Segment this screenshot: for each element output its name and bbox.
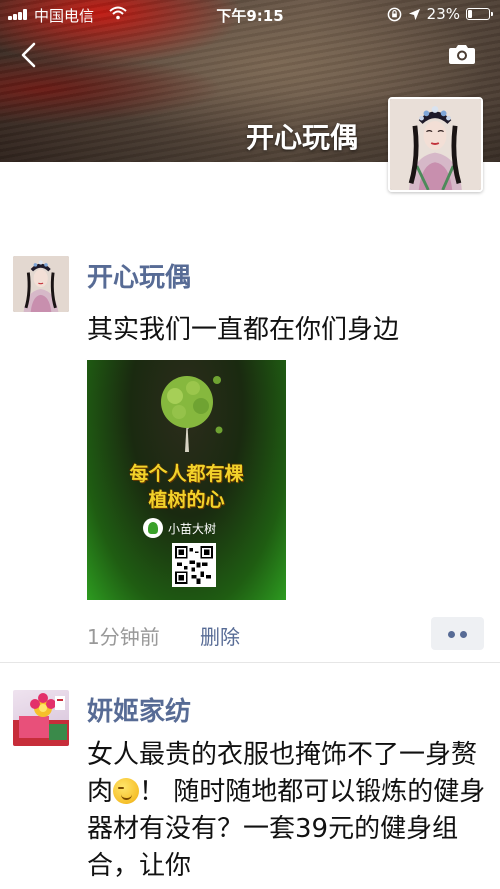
- profile-name: 开心玩偶: [245, 121, 358, 154]
- smirk-emoji-icon: [113, 778, 140, 804]
- opera-portrait-image: [13, 256, 69, 312]
- back-button[interactable]: [16, 40, 42, 70]
- tree-icon: [161, 376, 223, 452]
- post-text: 其实我们一直都在你们身边: [87, 315, 400, 345]
- qr-code: [172, 543, 216, 587]
- post-text-part: ！ 随时随地都可以锻炼的健身器材有没有？一套39元的健身组合，让你: [87, 777, 486, 881]
- profile-avatar[interactable]: [388, 97, 483, 192]
- battery-icon: [466, 8, 493, 20]
- delete-link[interactable]: 删除: [200, 621, 240, 650]
- author-name[interactable]: 妍姬家纺: [87, 691, 191, 728]
- poster-subheadline: 植树的心: [148, 489, 225, 511]
- status-right: 23%: [387, 5, 493, 23]
- author-name[interactable]: 开心玩偶: [87, 257, 191, 294]
- dot-icon: [448, 631, 455, 638]
- seedling-logo-icon: [143, 518, 163, 538]
- battery-level: [468, 10, 473, 18]
- chevron-left-icon: [21, 42, 36, 68]
- gift-image: [13, 690, 69, 746]
- more-actions-button[interactable]: [431, 617, 484, 650]
- author-avatar[interactable]: [13, 690, 69, 746]
- camera-icon: [449, 45, 475, 64]
- post-time: 1分钟前: [87, 625, 160, 649]
- battery-percent: 23%: [426, 5, 460, 23]
- camera-button[interactable]: [448, 42, 476, 66]
- brand-name: 小苗大树: [168, 521, 217, 536]
- dot-icon: [460, 631, 467, 638]
- poster-headline: 每个人都有棵: [129, 463, 244, 485]
- opera-portrait-image: [390, 99, 481, 190]
- post-image[interactable]: 每个人都有棵 植树的心 小苗大树: [87, 360, 286, 600]
- author-avatar[interactable]: [13, 256, 69, 312]
- location-icon: [408, 8, 420, 20]
- post-divider: [0, 662, 500, 663]
- poster-brand: 小苗大树: [143, 518, 216, 538]
- status-bar: 中国电信 下午9:15 23%: [0, 0, 500, 28]
- orientation-lock-icon: [387, 7, 401, 21]
- post-text: 女人最贵的衣服也掩饰不了一身赘肉！ 随时随地都可以锻炼的健身器材有没有？一套39…: [87, 737, 487, 885]
